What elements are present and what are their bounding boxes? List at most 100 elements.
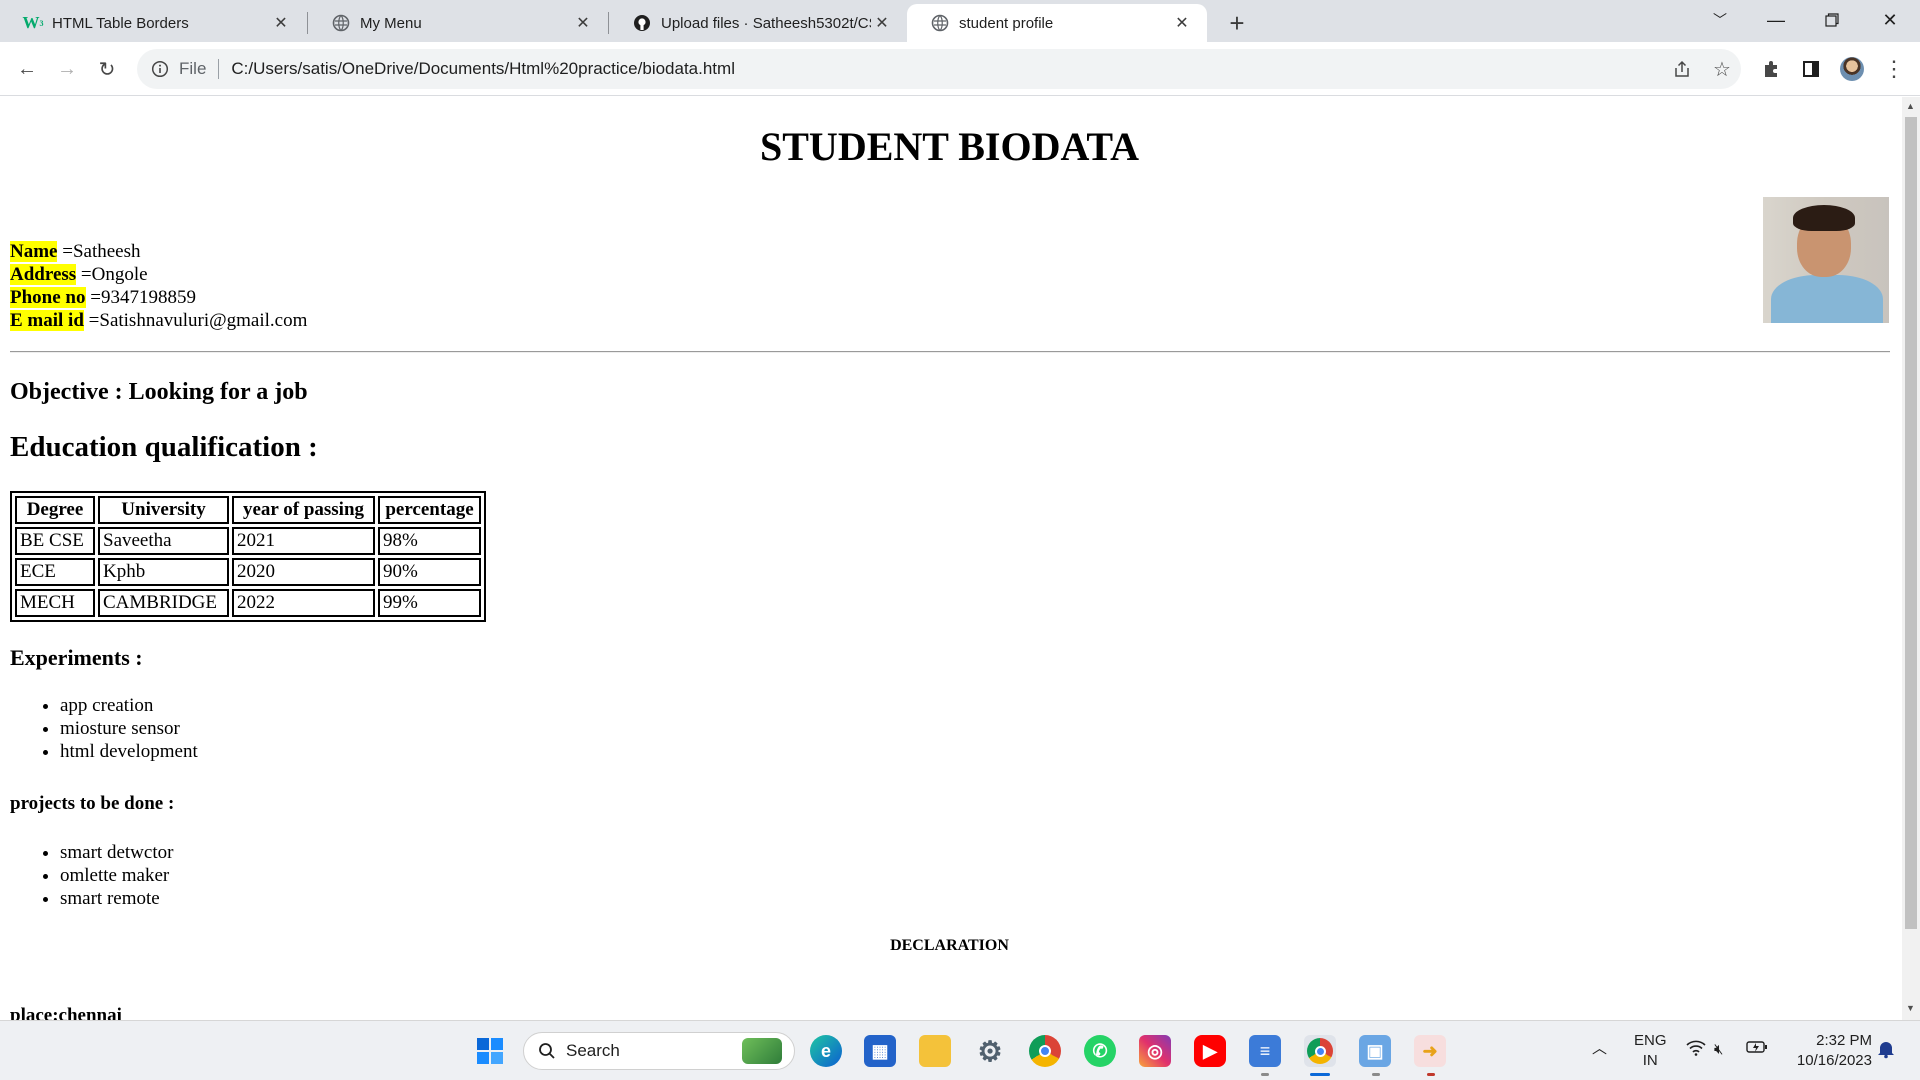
globe-icon [332, 14, 350, 32]
close-icon[interactable]: ✕ [1171, 12, 1193, 34]
projects-list: smart detwctor omlette maker smart remot… [60, 841, 173, 910]
active-app-indicator [1310, 1073, 1330, 1076]
control-panel-icon[interactable]: ▣ [1359, 1035, 1391, 1067]
profile-photo [1763, 197, 1889, 323]
forward-button[interactable]: → [51, 53, 83, 85]
language-indicator[interactable]: ENG IN [1634, 1031, 1667, 1071]
address-bar[interactable]: File C:/Users/satis/OneDrive/Documents/H… [137, 49, 1741, 89]
experiments-heading: Experiments : [10, 645, 143, 670]
table-cell: 98% [378, 527, 481, 555]
restore-button[interactable] [1804, 0, 1860, 40]
globe-icon [931, 14, 949, 32]
share-icon[interactable] [1666, 53, 1698, 85]
education-table: Degree University year of passing percen… [10, 491, 486, 622]
file-explorer-icon[interactable] [919, 1035, 951, 1067]
volume-muted-icon[interactable]: 🔇︎ [1714, 1040, 1723, 1060]
tab-strip: W3 HTML Table Borders ✕ My Menu ✕ Upload… [0, 0, 1920, 42]
education-heading: Education qualification : [10, 431, 318, 463]
running-app-indicator [1372, 1073, 1380, 1076]
wifi-icon[interactable] [1686, 1040, 1706, 1062]
store-icon[interactable]: ▦ [864, 1035, 896, 1067]
scroll-up-arrow-icon[interactable]: ▲ [1906, 101, 1915, 111]
chrome-active-icon[interactable] [1304, 1035, 1336, 1067]
app-arrow-icon[interactable]: ➜ [1414, 1035, 1446, 1067]
windows-start-icon[interactable] [474, 1035, 506, 1067]
list-item: app creation [60, 694, 198, 717]
extensions-icon[interactable] [1755, 53, 1787, 85]
windows-taskbar: Search e ▦ ⚙ ✆ ◎ ▶ ≡ ▣ ➜ ︿ ENG IN 🔇︎ 2:3… [0, 1020, 1920, 1080]
notepad-icon[interactable]: ≡ [1249, 1035, 1281, 1067]
scroll-down-arrow-icon[interactable]: ▼ [1906, 1003, 1915, 1013]
column-header: percentage [378, 496, 481, 524]
table-cell: ECE [15, 558, 95, 586]
instagram-icon[interactable]: ◎ [1139, 1035, 1171, 1067]
column-header: year of passing [232, 496, 375, 524]
info-phone: Phone no =9347198859 [10, 287, 196, 308]
edge-icon[interactable]: e [810, 1035, 842, 1067]
github-icon [633, 14, 651, 32]
close-icon[interactable]: ✕ [270, 12, 292, 34]
tab-student-profile[interactable]: student profile ✕ [907, 4, 1207, 42]
info-icon[interactable] [151, 60, 169, 78]
taskbar-search-box[interactable]: Search [523, 1032, 795, 1070]
whatsapp-icon[interactable]: ✆ [1084, 1035, 1116, 1067]
list-item: miosture sensor [60, 717, 198, 740]
personal-info: Name =Satheesh Address =Ongole Phone no … [10, 240, 307, 332]
table-cell: MECH [15, 589, 95, 617]
clock[interactable]: 2:32 PM 10/16/2023 [1786, 1031, 1872, 1071]
search-placeholder: Search [566, 1041, 620, 1060]
search-icon [538, 1042, 556, 1060]
bookmark-star-icon[interactable]: ☆ [1706, 53, 1738, 85]
vertical-scrollbar[interactable]: ▲ ▼ [1902, 97, 1920, 1020]
tab-title: Upload files · Satheesh5302t/CS [661, 14, 871, 32]
table-cell: Kphb [98, 558, 229, 586]
scrollbar-thumb[interactable] [1905, 117, 1917, 929]
table-cell: 2022 [232, 589, 375, 617]
page-viewport: STUDENT BIODATA Name =Satheesh Address =… [0, 97, 1902, 1020]
new-tab-button[interactable]: + [1222, 8, 1252, 38]
running-app-indicator [1261, 1073, 1269, 1076]
side-panel-icon[interactable] [1795, 53, 1827, 85]
reload-button[interactable]: ↻ [91, 53, 123, 85]
close-icon[interactable]: ✕ [572, 12, 594, 34]
info-name: Name =Satheesh [10, 241, 141, 262]
tab-html-table-borders[interactable]: W3 HTML Table Borders ✕ [0, 4, 306, 42]
experiments-list: app creation miosture sensor html develo… [60, 694, 198, 763]
tab-upload-files[interactable]: Upload files · Satheesh5302t/CS ✕ [609, 4, 907, 42]
table-row: MECH CAMBRIDGE 2022 99% [15, 589, 481, 617]
more-menu-icon[interactable]: ⋮ [1878, 53, 1910, 85]
show-hidden-icons-chevron-icon[interactable]: ︿ [1592, 1039, 1607, 1059]
table-cell: BE CSE [15, 527, 95, 555]
address-separator [218, 59, 220, 79]
tab-title: student profile [959, 14, 1054, 32]
chrome-icon[interactable] [1029, 1035, 1061, 1067]
page-title: STUDENT BIODATA [760, 124, 1139, 169]
list-item: omlette maker [60, 864, 173, 887]
column-header: Degree [15, 496, 95, 524]
table-cell: CAMBRIDGE [98, 589, 229, 617]
back-button[interactable]: ← [11, 53, 43, 85]
notification-bell-icon[interactable] [1876, 1039, 1896, 1065]
running-app-indicator [1427, 1073, 1435, 1076]
url-text[interactable]: C:/Users/satis/OneDrive/Documents/Html%2… [231, 59, 735, 79]
profile-avatar[interactable] [1836, 53, 1868, 85]
battery-icon[interactable] [1746, 1040, 1768, 1060]
place-text: place:chennai [10, 1005, 122, 1020]
file-scheme-label: File [179, 59, 207, 78]
close-icon[interactable]: ✕ [871, 12, 893, 34]
tab-my-menu[interactable]: My Menu ✕ [308, 4, 608, 42]
table-header-row: Degree University year of passing percen… [15, 496, 481, 524]
tab-search-chevron-icon[interactable]: ﹀ [1692, 0, 1748, 40]
table-cell: 90% [378, 558, 481, 586]
declaration-heading: DECLARATION [890, 937, 1009, 954]
objective-heading: Objective : Looking for a job [10, 379, 308, 405]
settings-gear-icon[interactable]: ⚙ [974, 1035, 1006, 1067]
column-header: University [98, 496, 229, 524]
youtube-icon[interactable]: ▶ [1194, 1035, 1226, 1067]
table-cell: 99% [378, 589, 481, 617]
close-window-button[interactable]: ✕ [1862, 0, 1918, 40]
table-cell: Saveetha [98, 527, 229, 555]
table-row: BE CSE Saveetha 2021 98% [15, 527, 481, 555]
list-item: html development [60, 740, 198, 763]
minimize-button[interactable]: — [1748, 0, 1804, 40]
